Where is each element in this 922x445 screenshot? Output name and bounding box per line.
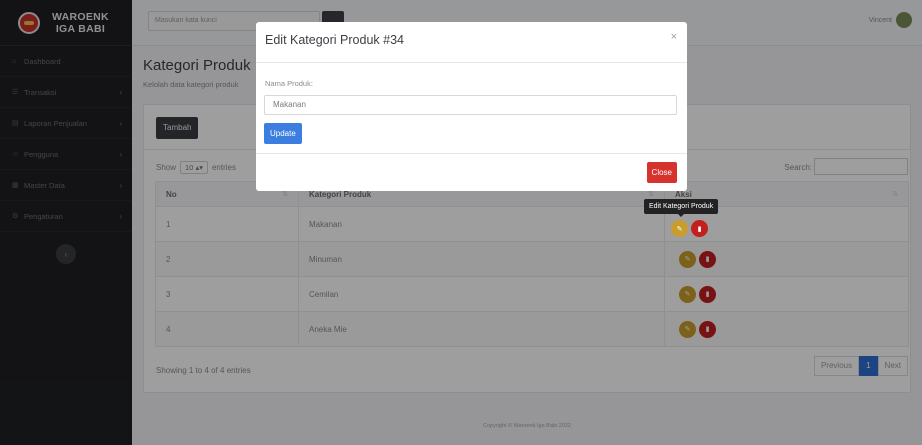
- edit-category-modal: Edit Kategori Produk #34 × Nama Produk: …: [256, 22, 687, 191]
- row-1-actions: ✎ ▮: [671, 220, 708, 237]
- close-icon[interactable]: ×: [671, 31, 677, 43]
- modal-title: Edit Kategori Produk #34: [265, 33, 404, 47]
- tooltip: Edit Kategori Produk: [644, 199, 719, 217]
- product-name-field[interactable]: Makanan: [264, 95, 677, 115]
- update-button[interactable]: Update: [264, 123, 302, 144]
- field-label: Nama Produk:: [265, 79, 313, 88]
- edit-button[interactable]: ✎: [671, 220, 688, 237]
- delete-button[interactable]: ▮: [691, 220, 708, 237]
- divider: [256, 153, 687, 154]
- close-button[interactable]: Close: [646, 162, 677, 183]
- divider: [256, 62, 687, 63]
